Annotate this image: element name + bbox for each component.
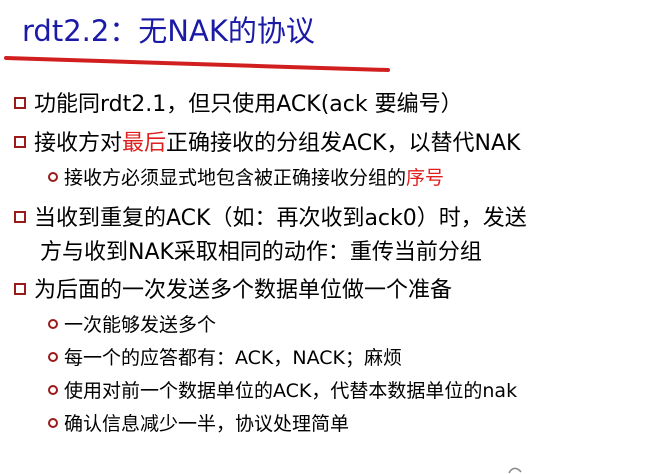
- sub-bullet-item: 一次能够发送多个: [48, 310, 216, 337]
- bullet-text: 为后面的一次发送多个数据单位做一个准备: [34, 278, 453, 303]
- sub-bullet-item: 使用对前一个数据单位的ACK，代替本数据单位的nak: [48, 376, 517, 403]
- bullet-text: 当收到重复的ACK（如：再次收到ack0）时，发送: [34, 206, 527, 231]
- bullet-text: 使用对前一个数据单位的ACK，代替本数据单位的nak: [64, 380, 518, 402]
- bullet-text: 每一个的应答都有：ACK，NACK；麻烦: [64, 347, 402, 369]
- square-bullet-icon: [14, 136, 26, 148]
- bullet-text: 确认信息减少一半，协议处理简单: [64, 413, 350, 435]
- square-bullet-icon: [14, 97, 26, 109]
- bullet-item: 当收到重复的ACK（如：再次收到ack0）时，发送: [14, 200, 527, 232]
- circle-bullet-icon: [48, 384, 58, 395]
- sub-bullet-item: 接收方必须显式地包含被正确接收分组的序号: [48, 163, 444, 190]
- page-corner-mark: [508, 467, 522, 474]
- bullet-text: 方与收到NAK采取相同的动作：重传当前分组: [40, 240, 482, 265]
- square-bullet-icon: [14, 283, 26, 295]
- circle-bullet-icon: [48, 417, 58, 428]
- bullet-continuation: 方与收到NAK采取相同的动作：重传当前分组: [40, 234, 482, 266]
- circle-bullet-icon: [48, 351, 58, 362]
- circle-bullet-icon: [48, 318, 58, 329]
- circle-bullet-icon: [48, 171, 58, 182]
- bullet-item: 为后面的一次发送多个数据单位做一个准备: [14, 272, 452, 304]
- highlight-text: 序号: [406, 167, 445, 189]
- bullet-text: 接收方对: [34, 131, 123, 156]
- highlight-text: 最后: [122, 131, 167, 156]
- bullet-item: 接收方对最后正确接收的分组发ACK，以替代NAK: [14, 125, 520, 157]
- sub-bullet-item: 每一个的应答都有：ACK，NACK；麻烦: [48, 343, 402, 370]
- bullet-text: 一次能够发送多个: [64, 314, 217, 336]
- sub-bullet-item: 确认信息减少一半，协议处理简单: [48, 409, 349, 436]
- bullet-text: 功能同rdt2.1，但只使用ACK(ack 要编号）: [34, 92, 463, 117]
- bullet-text: 正确接收的分组发ACK，以替代NAK: [166, 131, 521, 156]
- bullet-item: 功能同rdt2.1，但只使用ACK(ack 要编号）: [14, 86, 463, 118]
- bullet-list: 功能同rdt2.1，但只使用ACK(ack 要编号） 接收方对最后正确接收的分组…: [0, 0, 663, 474]
- square-bullet-icon: [14, 211, 26, 223]
- bullet-text: 接收方必须显式地包含被正确接收分组的: [64, 167, 407, 189]
